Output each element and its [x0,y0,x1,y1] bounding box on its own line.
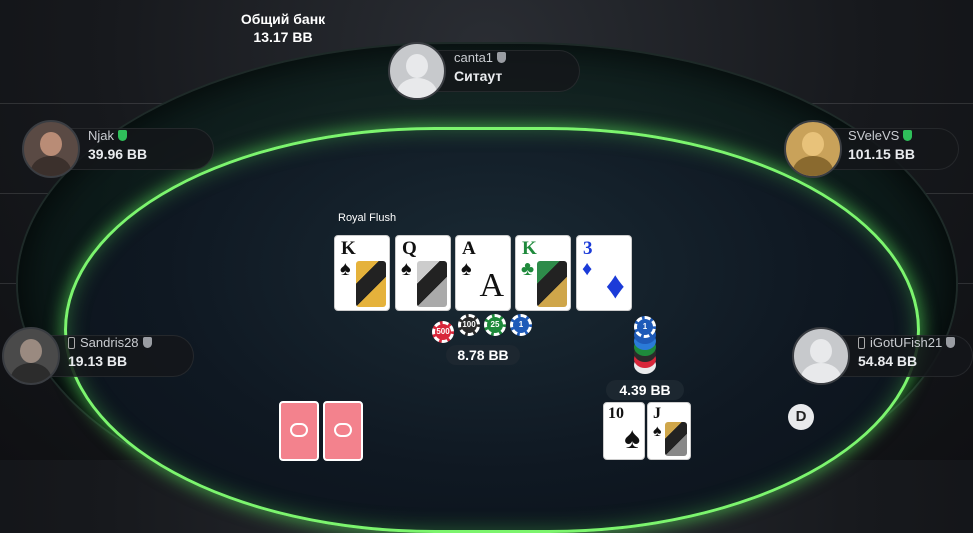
player-name: Sandris28 [80,335,139,350]
seat-right-bottom[interactable]: iGotUFish21 54.84 BB [792,327,973,385]
seat-right-top[interactable]: SVeleVS 101.15 BB [784,120,959,178]
mobile-icon [68,337,75,349]
pot-label: Общий банк [240,11,326,27]
seat-top[interactable]: canta1 Ситаут [388,42,580,100]
spade-glyph: ♠ [624,422,640,455]
player-status: Ситаут [454,68,503,84]
board-card-1: K ♠ [334,235,390,311]
shield-icon [142,337,152,348]
seat-left-bottom[interactable]: Sandris28 19.13 BB [2,327,194,385]
diamond-glyph: ♦ [605,265,625,307]
chip-500: 500 [432,321,454,343]
ace-glyph: A [479,267,504,304]
board-card-5: 3 ♦ ♦ [576,235,632,311]
chip-1: 1 [634,316,656,338]
avatar [2,327,60,385]
pot-amount: 13.17 BB [253,29,313,45]
avatar [22,120,80,178]
pot-chips-amount: 8.78 BB [446,345,520,365]
board-card-2: Q ♠ [395,235,451,311]
opponent-card-back [279,401,319,461]
dealer-button: D [788,404,814,430]
hero-card-2[interactable]: J ♠ [647,402,691,460]
shield-icon [946,337,956,348]
player-stack: 19.13 BB [68,353,128,369]
player-name: SVeleVS [848,128,900,143]
verified-shield-icon [118,130,128,141]
chip-1: 1 [510,314,532,336]
player-stack: 101.15 BB [848,146,915,162]
player-name: canta1 [454,50,494,65]
hero-card-1[interactable]: 10 ♠ [603,402,645,460]
board-card-3: A ♠ A [455,235,511,311]
player-name: iGotUFish21 [870,335,943,350]
chip-100: 100 [458,314,480,336]
mobile-icon [858,337,865,349]
avatar [784,120,842,178]
shield-icon [497,52,507,63]
player-name: Njak [88,128,115,143]
opponent-card-back [323,401,363,461]
verified-shield-icon [903,130,913,141]
seat-left-top[interactable]: Njak 39.96 BB [22,120,214,178]
avatar [792,327,850,385]
board-card-4: K ♣ [515,235,571,311]
player-stack: 39.96 BB [88,146,148,162]
hero-bet-amount: 4.39 BB [606,380,684,400]
chip-25: 25 [484,314,506,336]
hero-chip-stack: 1 [632,316,658,378]
player-stack: 54.84 BB [858,353,918,369]
hand-rank-label: Royal Flush [338,212,397,224]
total-pot: Общий банк 13.17 BB [226,10,340,46]
avatar [388,42,446,100]
